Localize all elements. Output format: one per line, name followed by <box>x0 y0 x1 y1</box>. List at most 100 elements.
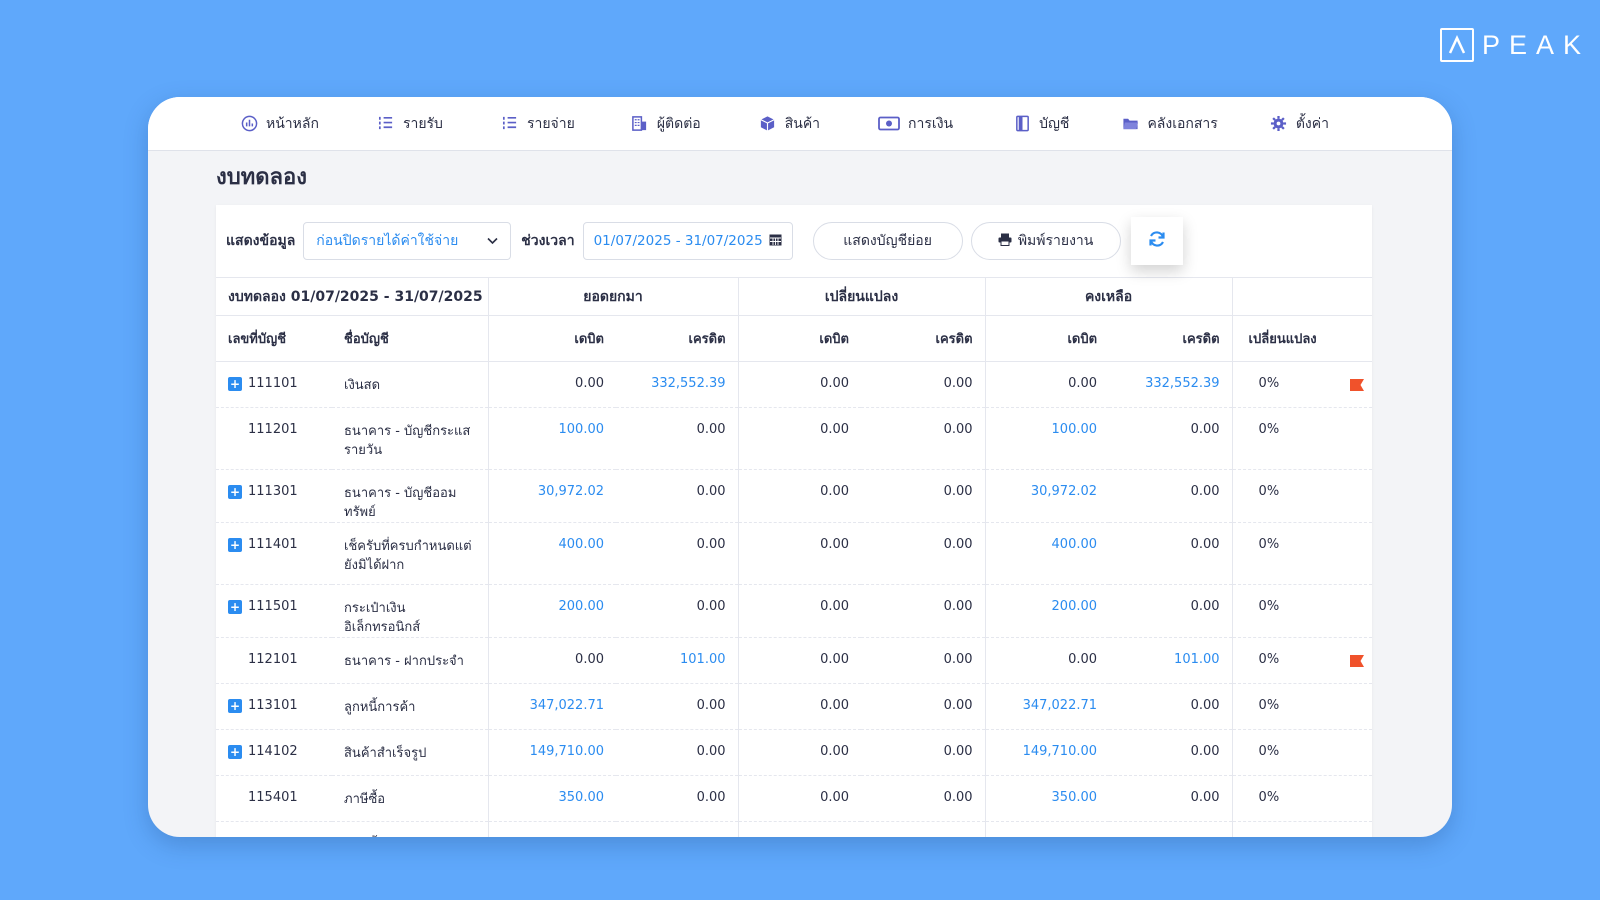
closing-debit-cell[interactable]: 347,022.71 <box>984 683 1110 730</box>
peak-logo-mark-icon <box>1440 28 1474 62</box>
account-no: 114102 <box>248 744 298 759</box>
opening-debit-cell[interactable]: 100.00 <box>487 407 616 470</box>
table-row[interactable]: +111301 ธนาคาร - บัญชีออมทรัพย์ 30,972.02 0… <box>216 469 1373 523</box>
account-no-cell: +111301 <box>216 469 332 523</box>
table-row[interactable]: +111501 กระเป๋าเงินอิเล็กทรอนิกส์ 200.00 0.… <box>216 584 1373 638</box>
closing-balance-header: คงเหลือ <box>984 277 1233 316</box>
print-report-label: พิมพ์รายงาน <box>1017 233 1094 249</box>
account-no-wrap: 115402 <box>216 836 332 837</box>
change-credit-cell: 0.00 <box>861 821 986 837</box>
flag-icon[interactable] <box>1350 655 1365 667</box>
nav-item-products[interactable]: สินค้า <box>759 113 820 135</box>
account-no-cell: +113101 <box>216 683 332 730</box>
date-range-input[interactable]: 01/07/2025 - 31/07/2025 <box>582 222 793 260</box>
column-header-opening-credit: เครดิต <box>616 315 739 362</box>
table-row[interactable]: +111401 เช็ครับที่ครบกำหนดแต่ยังมิได้ฝาก 4… <box>216 522 1373 585</box>
change-debit-cell: 0.00 <box>737 729 862 776</box>
change-debit-cell: 0.00 <box>737 637 862 684</box>
print-report-button[interactable]: พิมพ์รายงาน <box>970 222 1121 260</box>
nav-item-home[interactable]: หน้าหลัก <box>240 113 319 135</box>
top-navigation: หน้าหลัก รายรับ รายจ่าย ผู้ติดต่อ สินค้า <box>148 97 1452 151</box>
change-pct-value: 0% <box>1258 537 1280 552</box>
expand-plus-icon[interactable]: + <box>228 599 242 614</box>
opening-debit-cell[interactable]: 200.00 <box>487 584 616 638</box>
table-row[interactable]: 115401 ภาษีซื้อ 350.00 0.00 0.00 0.00 350.00 0.… <box>216 775 1373 822</box>
change-debit-cell: 0.00 <box>737 683 862 730</box>
closing-credit-cell[interactable]: 101.00 <box>1109 637 1233 684</box>
closing-debit-cell[interactable]: 200.00 <box>984 584 1110 638</box>
expand-plus-icon[interactable]: + <box>228 376 242 391</box>
app-window: หน้าหลัก รายรับ รายจ่าย ผู้ติดต่อ สินค้า <box>148 97 1452 837</box>
table-row[interactable]: +114102 สินค้าสำเร็จรูป 149,710.00 0.00 0.00… <box>216 729 1373 776</box>
change-pct-cell: 0% <box>1231 407 1373 470</box>
nav-label: ผู้ติดต่อ <box>656 115 701 132</box>
account-no: 111101 <box>248 376 298 391</box>
expense-list-icon <box>501 115 519 133</box>
change-debit-cell: 0.00 <box>737 361 862 408</box>
nav-label: สินค้า <box>784 115 821 132</box>
account-name: สินค้าสำเร็จรูป <box>332 729 488 776</box>
closing-debit-cell[interactable]: 100.00 <box>984 407 1110 470</box>
change-credit-cell: 0.00 <box>861 584 986 638</box>
change-debit-cell: 0.00 <box>737 522 862 585</box>
table-row[interactable]: +111101 เงินสด 0.00 332,552.39 0.00 0.00 0.00 3… <box>216 361 1373 408</box>
closing-debit-cell[interactable]: 400.00 <box>984 522 1110 585</box>
account-name: เงินสด <box>332 361 488 408</box>
opening-credit-cell: 0.00 <box>616 469 739 523</box>
opening-credit-cell[interactable]: 332,552.39 <box>616 361 739 408</box>
opening-debit-cell[interactable]: 30,972.02 <box>487 469 616 523</box>
table-row[interactable]: +113101 ลูกหนี้การค้า 347,022.71 0.00 0.00 0.… <box>216 683 1373 730</box>
account-no-wrap: +111401 <box>216 537 332 552</box>
opening-debit-cell[interactable]: 149,710.00 <box>487 729 616 776</box>
account-no-cell: +111401 <box>216 522 332 585</box>
closing-debit-cell[interactable]: 149,710.00 <box>984 729 1110 776</box>
change-pct-value: 0% <box>1258 652 1280 667</box>
opening-debit-cell[interactable]: 350.00 <box>487 775 616 822</box>
account-no: 115402 <box>248 836 298 837</box>
nav-label: หน้าหลัก <box>266 115 319 132</box>
filter-bar: แสดงข้อมูล ก่อนปิดรายได้ค่าใช้จ่าย ช่วงเ… <box>216 205 1372 277</box>
opening-debit-cell: 0.00 <box>487 361 616 408</box>
change-pct-cell: 0% <box>1231 729 1373 776</box>
expand-plus-icon[interactable]: + <box>228 537 242 552</box>
closing-debit-cell[interactable]: 78,135.40 <box>984 821 1110 837</box>
table-caption: งบทดลอง 01/07/2025 - 31/07/2025 <box>216 277 488 316</box>
opening-debit-cell[interactable]: 400.00 <box>487 522 616 585</box>
closing-debit-cell[interactable]: 30,972.02 <box>984 469 1110 523</box>
opening-debit-cell[interactable]: 78,135.40 <box>487 821 616 837</box>
display-mode-value: ก่อนปิดรายได้ค่าใช้จ่าย <box>316 233 459 249</box>
account-no-wrap: +111501 <box>216 599 332 614</box>
flag-icon[interactable] <box>1350 379 1365 391</box>
nav-item-accounting[interactable]: บัญชี <box>1013 113 1069 135</box>
account-no-wrap: 111201 <box>216 422 332 437</box>
table-row[interactable]: 112101 ธนาคาร - ฝากประจำ 0.00 101.00 0.00 0.0… <box>216 637 1373 684</box>
opening-debit-cell[interactable]: 347,022.71 <box>487 683 616 730</box>
closing-credit-cell[interactable]: 332,552.39 <box>1109 361 1233 408</box>
closing-credit-cell: 0.00 <box>1109 775 1233 822</box>
contacts-icon <box>631 115 649 133</box>
nav-item-contacts[interactable]: ผู้ติดต่อ <box>631 113 701 135</box>
change-debit-cell: 0.00 <box>737 821 862 837</box>
change-pct-cell: 0% <box>1231 821 1373 837</box>
expand-plus-icon[interactable]: + <box>228 744 242 759</box>
nav-item-settings[interactable]: ตั้งค่า <box>1270 113 1329 135</box>
opening-credit-cell: 0.00 <box>616 584 739 638</box>
opening-credit-cell[interactable]: 101.00 <box>616 637 739 684</box>
nav-item-expense[interactable]: รายจ่าย <box>501 113 575 135</box>
show-sub-accounts-button[interactable]: แสดงบัญชีย่อย <box>812 222 963 260</box>
nav-item-documents[interactable]: คลังเอกสาร <box>1121 113 1218 135</box>
gear-icon <box>1270 115 1288 133</box>
account-no: 112101 <box>248 652 298 667</box>
change-debit-cell: 0.00 <box>737 775 862 822</box>
nav-item-finance[interactable]: การเงิน <box>878 113 953 135</box>
refresh-button[interactable] <box>1130 217 1183 265</box>
table-row[interactable]: 111201 ธนาคาร - บัญชีกระแสรายวัน 100.00 0.0… <box>216 407 1373 470</box>
change-credit-cell: 0.00 <box>861 683 986 730</box>
closing-debit-cell[interactable]: 350.00 <box>984 775 1110 822</box>
display-mode-select[interactable]: ก่อนปิดรายได้ค่าใช้จ่าย <box>303 222 512 260</box>
expand-plus-icon[interactable]: + <box>228 484 242 499</box>
expand-plus-icon[interactable]: + <box>228 698 242 713</box>
nav-item-income[interactable]: รายรับ <box>377 113 443 135</box>
table-row[interactable]: 115402ภาษีซื้อยังไม่ถึงกำหนด78,135.400.0… <box>216 821 1373 837</box>
movement-header: เปลี่ยนแปลง <box>737 277 986 316</box>
